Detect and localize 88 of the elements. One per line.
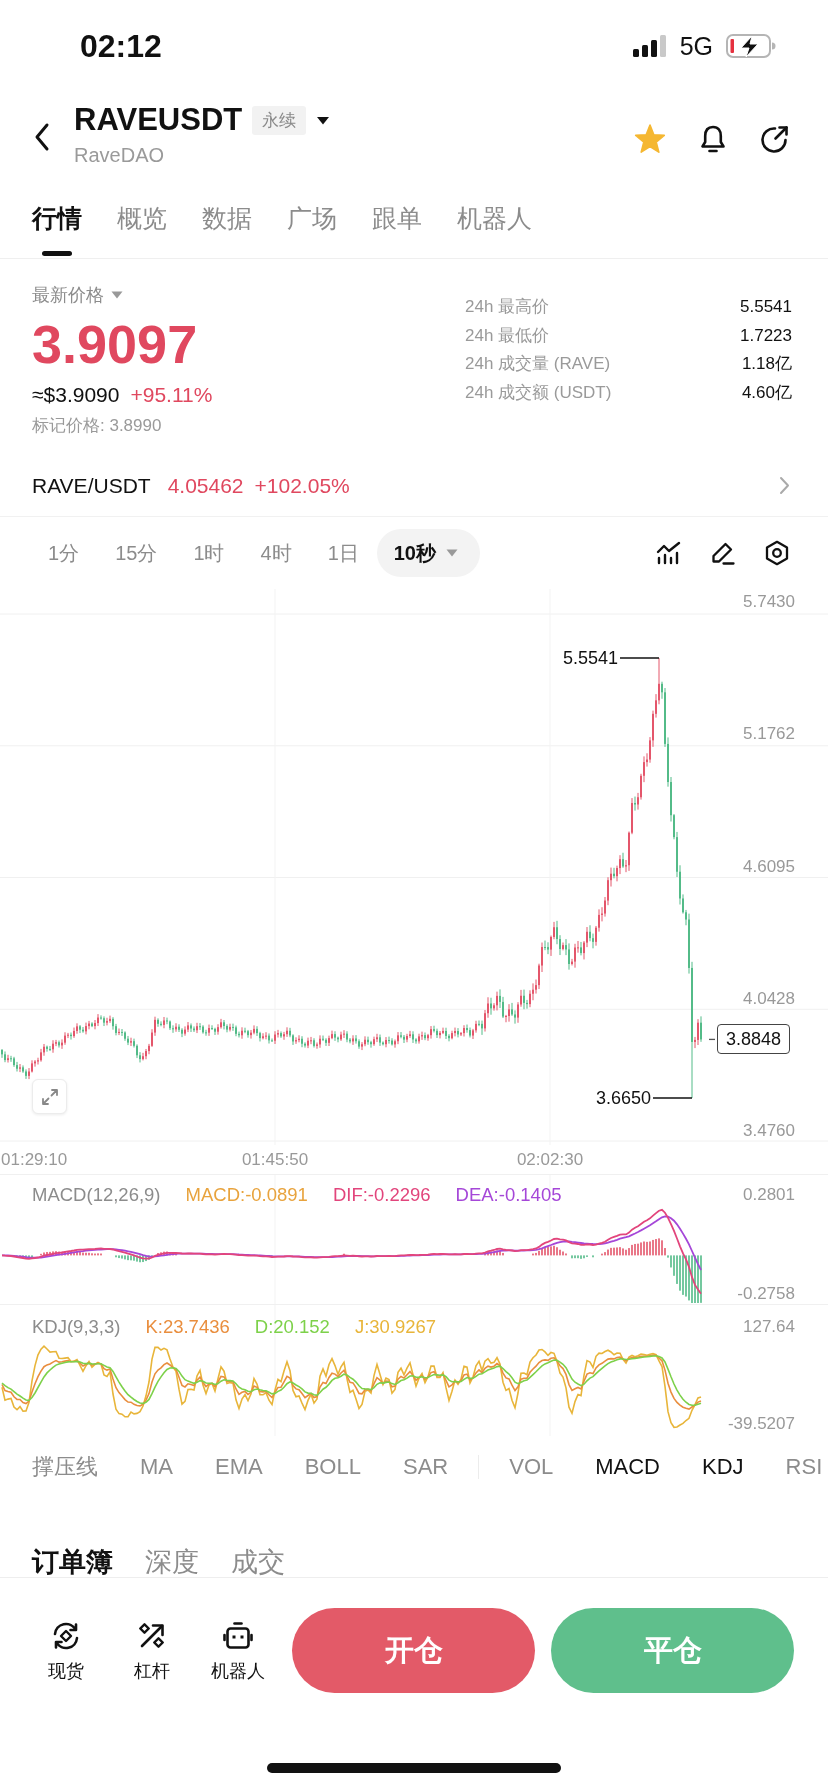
- pair-title: RAVEUSDT: [74, 102, 243, 138]
- indicator-tab[interactable]: EMA: [215, 1454, 263, 1480]
- high-price-label: 5.5541: [562, 647, 618, 669]
- nav-tab[interactable]: 概览: [117, 192, 167, 258]
- usd-price: ≈$3.9090: [32, 382, 120, 408]
- indicator-tab[interactable]: MA: [140, 1454, 173, 1480]
- robot-icon: [222, 1619, 254, 1652]
- stat-label: 24h 最低价: [465, 324, 550, 347]
- y-axis-label: 5.7430: [743, 591, 795, 613]
- star-icon[interactable]: [634, 124, 666, 154]
- interval-tab[interactable]: 1分: [30, 529, 98, 577]
- circular-arrow-icon[interactable]: [760, 124, 790, 154]
- indicator-tab[interactable]: RSI: [785, 1454, 823, 1480]
- y-axis-label: 5.1762: [743, 723, 795, 746]
- book-tab[interactable]: 订单簿: [32, 1548, 113, 1577]
- last-price: 3.9097: [32, 314, 198, 374]
- legend-value: DEA:-0.1405: [455, 1184, 562, 1206]
- low-leader-line: [652, 1097, 693, 1099]
- y-axis-label: -0.2758: [737, 1283, 795, 1305]
- nav-tab[interactable]: 数据: [202, 192, 252, 258]
- legend-value: MACD:-0.0891: [185, 1184, 308, 1206]
- stat-label: 24h 成交量 (RAVE): [465, 353, 611, 376]
- mark-price: 标记价格: 3.8990: [32, 415, 162, 437]
- high-leader-line: [619, 657, 660, 659]
- signal-bars-icon: [632, 35, 667, 57]
- interval-tab[interactable]: 1时: [175, 529, 243, 577]
- caret-down-icon[interactable]: [316, 115, 331, 125]
- stat-label: 24h 最高价: [465, 296, 550, 319]
- book-tab[interactable]: 深度: [145, 1548, 199, 1577]
- current-price-tick: [708, 1038, 716, 1041]
- expand-icon[interactable]: [40, 1087, 59, 1106]
- time-axis-label: 01:45:50: [241, 1149, 309, 1171]
- nav-tab[interactable]: 跟单: [372, 192, 422, 258]
- interval-tab[interactable]: 10秒: [376, 529, 480, 577]
- price-type-label[interactable]: 最新价格: [32, 283, 104, 307]
- line-bars-icon[interactable]: [656, 541, 682, 565]
- interval-tab[interactable]: 1日: [309, 529, 377, 577]
- price-change: +95.11%: [130, 382, 213, 408]
- low-price-label: 3.6650: [595, 1087, 651, 1109]
- interval-tab[interactable]: 15分: [97, 529, 176, 577]
- indicator-tab[interactable]: 撑压线: [32, 1454, 98, 1480]
- contract-badge: 永续: [252, 105, 307, 135]
- legend-value: K:23.7436: [145, 1316, 230, 1338]
- book-tab[interactable]: 成交: [231, 1548, 285, 1577]
- indicator-tab[interactable]: BOLL: [304, 1454, 361, 1480]
- legend-value: J:30.9267: [354, 1316, 437, 1338]
- y-axis-label: 4.0428: [743, 987, 795, 1010]
- settings-icon[interactable]: [764, 540, 790, 566]
- shortcut-button[interactable]: 机器人: [204, 1619, 272, 1682]
- stat-value: 1.7223: [740, 324, 792, 347]
- pencil-icon[interactable]: [710, 540, 736, 566]
- legend-value: DIF:-0.2296: [332, 1184, 431, 1206]
- battery-charging-icon: [726, 34, 776, 58]
- spot-pair-name[interactable]: RAVE/USDT: [32, 472, 151, 499]
- spot-pair-change: +102.05%: [254, 472, 350, 499]
- network-type: 5G: [679, 31, 713, 61]
- pair-subtitle: RaveDAO: [74, 143, 165, 167]
- shortcut-button[interactable]: 杠杆: [118, 1619, 186, 1682]
- nav-tab[interactable]: 广场: [287, 192, 337, 258]
- indicator-title: KDJ(9,3,3): [32, 1316, 121, 1338]
- bell-icon[interactable]: [699, 124, 727, 154]
- stat-value: 5.5541: [740, 296, 792, 319]
- time-axis-label: 01:29:10: [1, 1149, 68, 1171]
- status-time: 02:12: [80, 28, 162, 64]
- y-axis-label: -39.5207: [727, 1413, 795, 1435]
- indicator-tab[interactable]: SAR: [402, 1454, 449, 1480]
- time-axis-label: 02:02:30: [516, 1149, 584, 1171]
- open-position-button[interactable]: 开仓: [292, 1608, 535, 1693]
- y-axis-label: 4.6095: [743, 855, 795, 878]
- nav-tab[interactable]: 机器人: [457, 192, 532, 258]
- indicator-tab[interactable]: VOL: [509, 1454, 554, 1480]
- expand-button[interactable]: [32, 1079, 67, 1114]
- stat-value: 1.18亿: [741, 353, 792, 376]
- current-price-tag: 3.8848: [717, 1024, 791, 1055]
- y-axis-label: 3.4760: [743, 1120, 795, 1142]
- stat-label: 24h 成交额 (USDT): [465, 381, 612, 404]
- legend-value: D:20.152: [254, 1316, 330, 1338]
- indicator-tab[interactable]: KDJ: [702, 1454, 744, 1480]
- indicator-title: MACD(12,26,9): [32, 1184, 161, 1206]
- nav-tab[interactable]: 行情: [32, 192, 82, 258]
- interval-tab[interactable]: 4时: [242, 529, 310, 577]
- spot-pair-price: 4.05462: [167, 472, 244, 499]
- indicator-tab[interactable]: MACD: [595, 1454, 660, 1480]
- shortcut-button[interactable]: 现货: [32, 1619, 100, 1682]
- y-axis-label: 127.64: [743, 1316, 795, 1338]
- close-position-button[interactable]: 平仓: [551, 1608, 794, 1693]
- y-axis-label: 0.2801: [743, 1184, 795, 1206]
- stat-value: 4.60亿: [741, 381, 792, 404]
